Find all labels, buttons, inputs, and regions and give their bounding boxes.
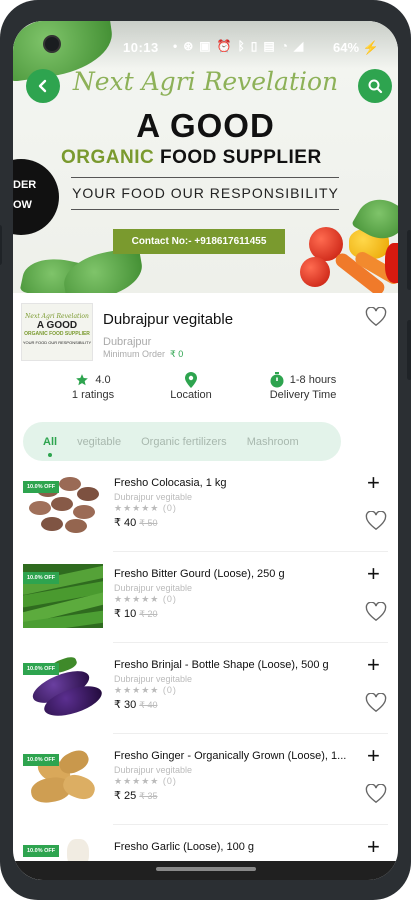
- product-price: ₹ 30 ₹ 40: [114, 699, 158, 711]
- favorite-button[interactable]: [365, 692, 387, 718]
- search-button[interactable]: [358, 69, 392, 103]
- product-name: Fresho Bitter Gourd (Loose), 250 g: [114, 568, 285, 580]
- banner-divider: [71, 209, 339, 210]
- heart-icon: [365, 783, 387, 804]
- offer-badge: 10.0% OFF: [23, 481, 60, 493]
- colocasia-image: 10.0% OFF: [23, 473, 103, 537]
- star-icon: [76, 374, 89, 386]
- battery-charging-icon: ⚡: [362, 40, 379, 55]
- product-name: Fresho Ginger - Organically Grown (Loose…: [114, 750, 347, 762]
- shop-location: Dubrajpur: [103, 336, 152, 348]
- heart-icon: [365, 510, 387, 531]
- heart-icon: [365, 601, 387, 622]
- banner-headline: A GOOD: [136, 107, 275, 144]
- status-time: 10:13: [123, 40, 159, 55]
- tab-all[interactable]: All: [43, 436, 57, 457]
- product-rating: ★★★★★ (0): [114, 503, 177, 513]
- shop-stats: 4.0 1 ratings Location 1-8 hours Deliver…: [13, 371, 398, 411]
- location-stat[interactable]: Location: [161, 371, 221, 401]
- banner-contact: Contact No:- +918617611455: [113, 229, 285, 254]
- wifi-icon: ◔: [280, 39, 288, 53]
- alarm-icon: ⏰: [216, 39, 232, 53]
- minimum-order: Minimum Order ₹ 0: [103, 349, 184, 359]
- signal-icon: ◢: [293, 39, 304, 53]
- status-icons: • ⊛ ▣ ⏰ ᛒ ▯ ▤ ◔ ◢: [173, 39, 303, 53]
- favorite-shop-button[interactable]: [365, 306, 387, 332]
- product-shop: Dubrajpur vegitable: [114, 674, 193, 684]
- offer-badge: 10.0% OFF: [23, 754, 60, 766]
- product-rating: ★★★★★ (0): [114, 776, 177, 786]
- product-rating: ★★★★★ (0): [114, 594, 177, 604]
- banner-subhead: ORGANIC FOOD SUPPLIER: [61, 147, 322, 169]
- add-to-cart-button[interactable]: +: [367, 563, 380, 585]
- notification-icon: ⊛: [183, 39, 194, 53]
- app-screen: Next Agri Revelation A GOOD ORGANIC FOOD…: [13, 21, 398, 880]
- banner-subhead-organic: ORGANIC: [61, 147, 155, 168]
- power-button: [407, 230, 411, 290]
- volume-button: [0, 225, 2, 265]
- heart-icon: [365, 692, 387, 713]
- status-bar: 10:13 • ⊛ ▣ ⏰ ᛒ ▯ ▤ ◔ ◢ 64% ⚡: [13, 21, 398, 69]
- tab-organic-fertilizers[interactable]: Organic fertilizers: [141, 436, 227, 448]
- system-nav-bar: [13, 861, 398, 880]
- banner-order-badge: DER OW: [13, 159, 59, 235]
- favorite-button[interactable]: [365, 783, 387, 809]
- image-icon: ▣: [199, 39, 211, 53]
- dot-icon: •: [173, 39, 178, 53]
- bitter-gourd-image: 10.0% OFF: [23, 564, 103, 628]
- location-pin-icon: [185, 372, 197, 388]
- offer-badge: 10.0% OFF: [23, 572, 60, 584]
- tab-mashroom[interactable]: Mashroom: [247, 436, 299, 448]
- product-price: ₹ 40 ₹ 50: [114, 517, 158, 529]
- search-icon: [368, 79, 383, 94]
- nfc-icon: ▤: [263, 39, 275, 53]
- product-name: Fresho Garlic (Loose), 100 g: [114, 841, 255, 853]
- product-rating: ★★★★★ (0): [114, 685, 177, 695]
- shop-info: Next Agri Revelation A GOOD ORGANIC FOOD…: [13, 293, 398, 375]
- shop-name: Dubrajpur vegitable: [103, 311, 234, 328]
- side-button: [407, 320, 411, 380]
- offer-badge: 10.0% OFF: [23, 845, 60, 857]
- chevron-left-icon: [38, 79, 47, 93]
- product-shop: Dubrajpur vegitable: [114, 583, 193, 593]
- heart-icon: [365, 306, 387, 327]
- product-price: ₹ 25 ₹ 35: [114, 790, 158, 802]
- category-tabs: All vegitable Organic fertilizers Mashro…: [23, 422, 341, 461]
- offer-badge: 10.0% OFF: [23, 663, 60, 675]
- add-to-cart-button[interactable]: +: [367, 472, 380, 494]
- banner-subhead-supplier: FOOD SUPPLIER: [160, 147, 322, 168]
- product-name: Fresho Colocasia, 1 kg: [114, 477, 227, 489]
- favorite-button[interactable]: [365, 510, 387, 536]
- add-to-cart-button[interactable]: +: [367, 745, 380, 767]
- tab-vegitable[interactable]: vegitable: [77, 436, 121, 448]
- banner-brand: Next Agri Revelation: [72, 67, 339, 96]
- back-button[interactable]: [26, 69, 60, 103]
- product-price: ₹ 10 ₹ 20: [114, 608, 158, 620]
- battery-level: 64% ⚡: [333, 40, 379, 55]
- product-shop: Dubrajpur vegitable: [114, 765, 193, 775]
- bluetooth-icon: ᛒ: [237, 39, 245, 53]
- add-to-cart-button[interactable]: +: [367, 654, 380, 676]
- add-to-cart-button[interactable]: +: [367, 836, 380, 858]
- rating-stat: 4.0 1 ratings: [71, 374, 115, 401]
- product-shop: Dubrajpur vegitable: [114, 492, 193, 502]
- banner-divider: [71, 177, 339, 178]
- banner-tagline: YOUR FOOD OUR RESPONSIBILITY: [72, 185, 339, 201]
- phone-frame: Next Agri Revelation A GOOD ORGANIC FOOD…: [0, 0, 411, 900]
- front-camera: [43, 35, 61, 53]
- favorite-button[interactable]: [365, 601, 387, 627]
- ginger-image: 10.0% OFF: [23, 746, 103, 810]
- vibrate-icon: ▯: [250, 39, 258, 53]
- delivery-stat: 1-8 hours Delivery Time: [269, 372, 337, 401]
- brinjal-image: 10.0% OFF: [23, 655, 103, 719]
- home-gesture-bar[interactable]: [156, 867, 256, 871]
- shop-logo: Next Agri Revelation A GOOD ORGANIC FOOD…: [21, 303, 93, 361]
- product-name: Fresho Brinjal - Bottle Shape (Loose), 5…: [114, 659, 329, 671]
- stopwatch-icon: [270, 372, 284, 388]
